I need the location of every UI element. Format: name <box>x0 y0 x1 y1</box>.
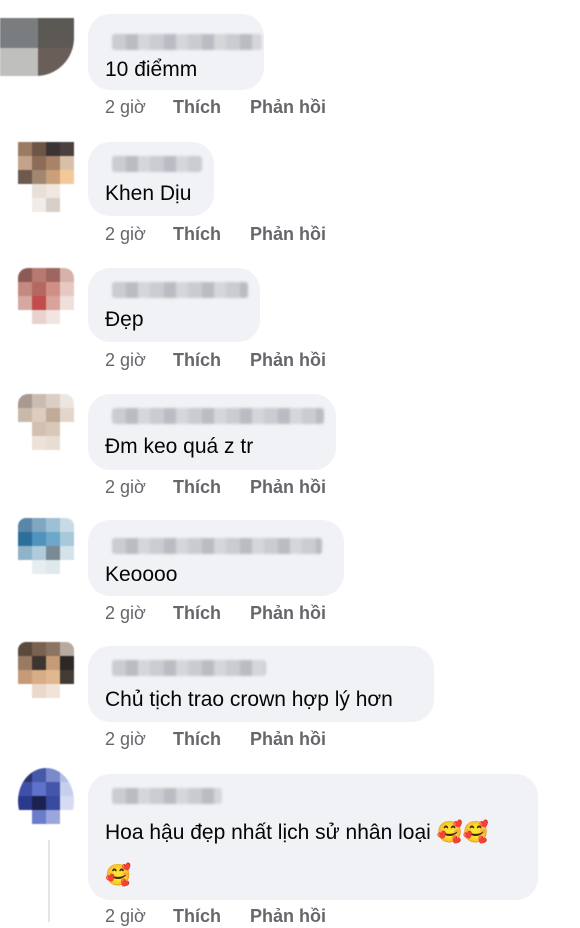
avatar[interactable] <box>18 142 74 212</box>
comment-time[interactable]: 2 giờ <box>105 906 146 927</box>
commenter-name[interactable] <box>112 660 266 676</box>
like-button[interactable]: Thích <box>173 224 221 245</box>
commenter-name[interactable] <box>112 538 322 554</box>
comment-bubble: Đẹp <box>88 268 260 342</box>
comment-text: Hoa hậu đẹp nhất lịch sử nhân loại 🥰🥰 <box>105 821 489 844</box>
like-button[interactable]: Thích <box>173 97 221 118</box>
reply-button[interactable]: Phản hồi <box>250 224 326 245</box>
comment-time[interactable]: 2 giờ <box>105 224 146 245</box>
reply-button[interactable]: Phản hồi <box>250 477 326 498</box>
commenter-name[interactable] <box>112 788 222 804</box>
commenter-name[interactable] <box>112 156 202 172</box>
comment-text: 10 điểmm <box>105 58 198 81</box>
comment-text: Chủ tịch trao crown hợp lý hơn <box>105 688 393 711</box>
commenter-name[interactable] <box>112 408 324 424</box>
comment-time[interactable]: 2 giờ <box>105 729 146 750</box>
reply-button[interactable]: Phản hồi <box>250 350 326 371</box>
like-button[interactable]: Thích <box>173 477 221 498</box>
avatar[interactable] <box>18 642 74 710</box>
reply-button[interactable]: Phản hồi <box>250 906 326 927</box>
commenter-name[interactable] <box>112 282 248 298</box>
comment-time[interactable]: 2 giờ <box>105 350 146 371</box>
commenter-name[interactable] <box>112 34 262 50</box>
comment-text: Đẹp <box>105 308 144 331</box>
comment-text: Khen Dịu <box>105 182 192 205</box>
comment-bubble: Đm keo quá z tr <box>88 394 336 470</box>
comment-time[interactable]: 2 giờ <box>105 477 146 498</box>
comment-bubble: Khen Dịu <box>88 142 214 216</box>
avatar[interactable] <box>18 518 74 590</box>
comment-bubble: Hoa hậu đẹp nhất lịch sử nhân loại 🥰🥰 🥰 <box>88 774 538 900</box>
like-button[interactable]: Thích <box>173 729 221 750</box>
comment-bubble: Chủ tịch trao crown hợp lý hơn <box>88 646 434 722</box>
reply-thread-line <box>48 840 50 922</box>
reply-button[interactable]: Phản hồi <box>250 729 326 750</box>
like-button[interactable]: Thích <box>173 350 221 371</box>
comment-text-continuation: 🥰 <box>105 863 132 887</box>
reply-button[interactable]: Phản hồi <box>250 97 326 118</box>
avatar[interactable] <box>18 768 74 834</box>
avatar[interactable] <box>0 18 74 76</box>
reply-button[interactable]: Phản hồi <box>250 603 326 624</box>
comment-text: Đm keo quá z tr <box>105 435 254 458</box>
like-button[interactable]: Thích <box>173 603 221 624</box>
like-button[interactable]: Thích <box>173 906 221 927</box>
comment-text: Keoooo <box>105 563 178 586</box>
comment-time[interactable]: 2 giờ <box>105 603 146 624</box>
comment-time[interactable]: 2 giờ <box>105 97 146 118</box>
comment-bubble: 10 điểmm <box>88 14 264 90</box>
avatar[interactable] <box>18 268 74 334</box>
comment-bubble: Keoooo <box>88 520 344 596</box>
avatar[interactable] <box>18 394 74 464</box>
